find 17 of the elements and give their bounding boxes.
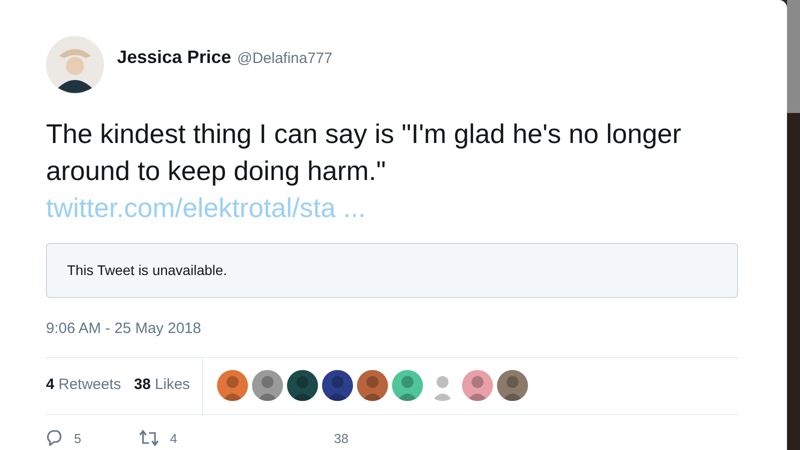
avatar-icon[interactable] bbox=[46, 36, 104, 94]
unavailable-notice: This Tweet is unavailable. bbox=[67, 261, 228, 280]
like-count: 38 bbox=[333, 430, 348, 448]
avatar-icon[interactable] bbox=[286, 370, 318, 401]
avatar-icon[interactable] bbox=[356, 370, 388, 401]
stat-link[interactable]: 4 Retweets bbox=[46, 374, 122, 397]
avatar-icon[interactable] bbox=[322, 370, 353, 401]
retweet-count: 4 bbox=[170, 430, 178, 448]
avatar-icon[interactable] bbox=[496, 370, 528, 401]
author-name[interactable]: Jessica Price bbox=[117, 44, 232, 71]
timestamp[interactable]: 9:06 AM - 25 May 2018 bbox=[46, 318, 739, 340]
stat-link[interactable]: 38 Likes bbox=[134, 374, 190, 397]
author-handle[interactable]: @Delafina777 bbox=[237, 48, 332, 70]
tweet-text: The kindest thing I can say is "I'm glad he's no longer around to keep doing harm." bbox=[46, 118, 682, 188]
reply-count: 5 bbox=[74, 430, 82, 448]
reply-icon[interactable] bbox=[46, 430, 64, 446]
retweet-icon[interactable] bbox=[138, 430, 160, 446]
